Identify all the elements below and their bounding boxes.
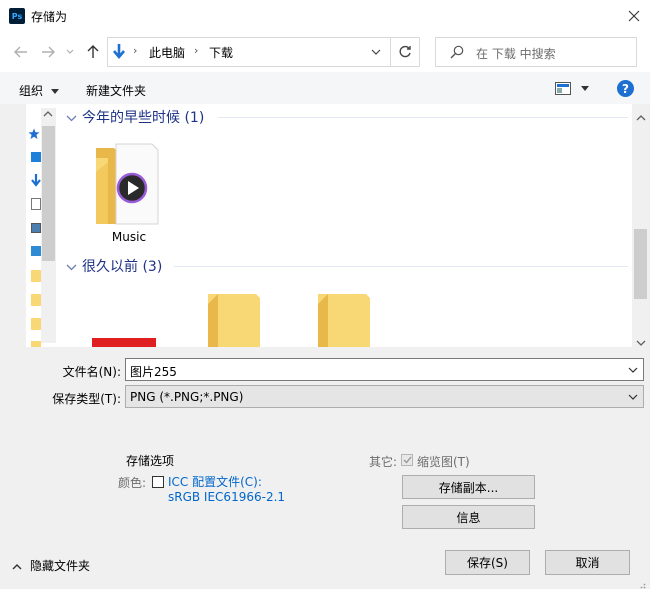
hide-folders-button[interactable]: 隐藏文件夹 [12,557,90,574]
file-list-scrollbar[interactable] [632,104,649,347]
filename-label: 文件名(N): [62,365,121,379]
help-button[interactable]: ? [617,80,634,97]
music-folder-icon [96,143,159,225]
navigation-pane-scrollbar-thumb[interactable] [42,126,55,261]
scroll-up-arrow-icon[interactable] [43,106,53,120]
documents-icon[interactable] [31,198,41,210]
chevron-down-icon [66,264,77,271]
recent-locations-button[interactable] [61,43,79,61]
organize-button[interactable]: 组织 [19,82,59,99]
downloads-icon[interactable] [31,174,41,188]
other-label: 其它: [369,455,398,469]
back-arrow-icon [14,46,27,58]
scroll-down-arrow-icon[interactable] [636,335,646,349]
group-header-this-year[interactable]: 今年的早些时候 (1) [82,107,204,127]
search-icon [450,45,464,59]
chevron-down-icon [66,49,74,54]
forward-button[interactable] [39,43,57,61]
view-details-icon [555,82,571,95]
resize-grip-icon[interactable] [637,578,646,589]
color-label: 颜色: [118,476,147,490]
breadcrumb-separator-icon: › [133,44,138,57]
search-placeholder: 在 下载 中搜索 [476,47,556,61]
group-header-long-ago[interactable]: 很久以前 (3) [82,256,162,276]
address-bar[interactable]: › 此电脑 › 下载 [107,37,391,67]
refresh-icon [399,45,411,58]
new-folder-button[interactable]: 新建文件夹 [86,82,146,99]
save-button[interactable]: 保存(S) [445,550,530,575]
collapse-group-button[interactable] [66,111,78,123]
back-button[interactable] [12,43,30,61]
icc-profile-value: sRGB IEC61966-2.1 [168,490,286,504]
file-list-scrollbar-thumb[interactable] [634,229,647,299]
folder-icon[interactable] [31,318,41,330]
image-thumbnail-icon[interactable] [92,338,156,347]
file-item-label: Music [111,230,147,244]
icc-profile-checkbox[interactable] [152,476,164,488]
hide-folders-label: 隐藏文件夹 [30,559,91,573]
up-button[interactable] [84,43,102,61]
folder-icon[interactable] [31,270,41,282]
breadcrumb-separator-icon: › [194,44,199,57]
chevron-down-icon [371,49,381,55]
thumbnail-checkbox[interactable] [401,454,413,466]
close-icon [628,10,640,22]
icc-profile-label[interactable]: ICC 配置文件(C): [168,473,262,490]
address-history-button[interactable] [362,38,390,66]
help-icon: ? [622,81,629,96]
checkmark-icon [403,456,412,464]
save-options-title: 存储选项 [126,454,175,468]
folder-icon[interactable] [31,294,41,306]
photoshop-app-icon: Ps [9,8,25,24]
caret-down-icon [581,86,589,91]
search-box[interactable]: 在 下载 中搜索 [435,37,637,67]
filename-value: 图片255 [130,365,177,379]
quick-access-star-icon[interactable] [28,128,40,140]
file-item-music[interactable]: Music [88,138,170,250]
info-button[interactable]: 信息 [402,505,535,529]
refresh-button[interactable] [390,37,420,67]
change-view-button[interactable] [555,81,593,97]
thumbnail-label: 缩览图(T) [417,455,470,469]
scroll-up-arrow-icon[interactable] [636,110,646,124]
folder-icon[interactable] [316,292,372,347]
close-button[interactable] [618,0,650,32]
up-arrow-icon [87,45,99,58]
chevron-down-icon [628,394,638,400]
group-divider [174,266,628,267]
chevron-down-icon [66,115,77,122]
folder-icon[interactable] [206,292,262,347]
this-pc-icon[interactable] [31,246,41,256]
save-copy-button[interactable]: 存储副本... [402,475,535,499]
command-toolbar: 组织 新建文件夹 ? [0,72,650,104]
organize-label: 组织 [19,84,44,98]
collapse-group-button[interactable] [66,260,78,272]
breadcrumb-downloads[interactable]: 下载 [209,44,233,61]
forward-arrow-icon [42,46,55,58]
filetype-value: PNG (*.PNG;*.PNG) [130,390,244,404]
folder-icon[interactable] [31,341,41,347]
download-location-icon [113,44,125,60]
chevron-up-icon [12,563,22,569]
filetype-select[interactable]: PNG (*.PNG;*.PNG) [125,385,644,408]
navigation-bar: › 此电脑 › 下载 在 下载 中搜索 [0,32,650,72]
file-list-view[interactable]: 今年的早些时候 (1) Music 很久以前 (3) [58,104,632,347]
cancel-button[interactable]: 取消 [545,550,630,575]
group-divider [218,117,628,118]
window-title: 存储为 [31,10,68,24]
chevron-down-icon[interactable] [628,367,638,373]
breadcrumb-this-pc[interactable]: 此电脑 [149,44,185,61]
filename-input[interactable]: 图片255 [125,358,644,381]
filetype-label: 保存类型(T): [52,392,121,406]
desktop-icon[interactable] [31,152,41,162]
caret-down-icon [50,89,59,94]
title-bar: Ps 存储为 [0,0,650,32]
pictures-icon[interactable] [31,223,41,233]
